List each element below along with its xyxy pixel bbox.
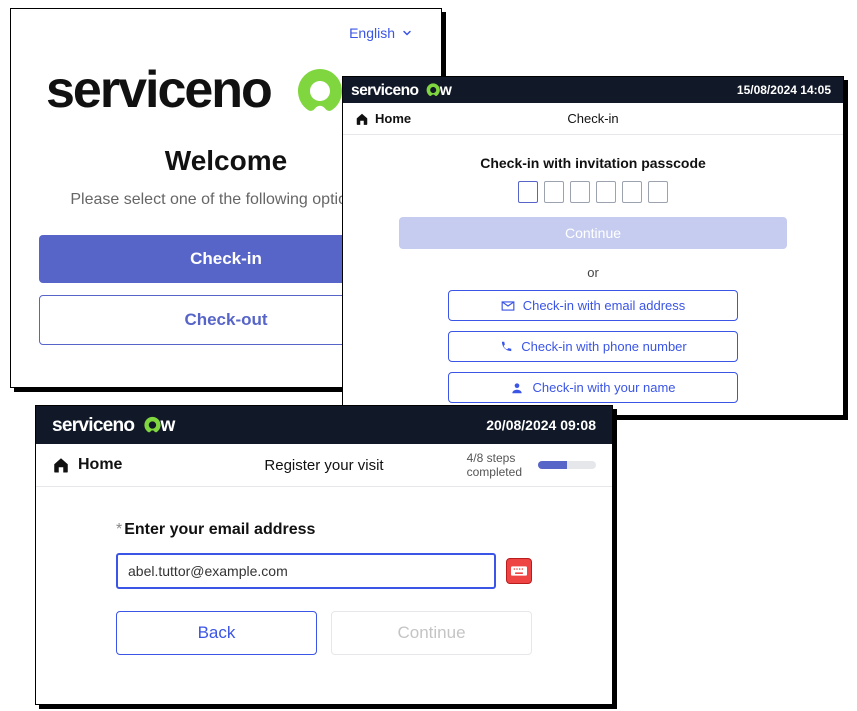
passcode-cell-2[interactable]: [544, 181, 564, 203]
breadcrumb: Home Register your visit 4/8 steps compl…: [36, 444, 612, 487]
chevron-down-icon: [401, 27, 413, 39]
steps-line1: 4/8 steps: [467, 451, 522, 465]
steps-indicator: 4/8 steps completed: [467, 451, 596, 480]
passcode-cell-4[interactable]: [596, 181, 616, 203]
continue-button: Continue: [399, 217, 787, 249]
or-divider: or: [587, 265, 599, 280]
steps-line2: completed: [467, 465, 522, 479]
header-bar: serviceno w 15/08/2024 14:05: [343, 77, 843, 103]
home-label: Home: [375, 111, 411, 126]
svg-text:serviceno: serviceno: [46, 61, 271, 119]
checkin-name-label: Check-in with your name: [532, 380, 675, 395]
home-label: Home: [78, 456, 122, 474]
envelope-icon: [501, 299, 515, 313]
page-title: Register your visit: [264, 457, 383, 474]
user-icon: [510, 381, 524, 395]
email-field[interactable]: [116, 553, 496, 589]
timestamp: 20/08/2024 09:08: [486, 417, 596, 433]
passcode-label: Check-in with invitation passcode: [480, 155, 706, 171]
continue-button: Continue: [331, 611, 532, 655]
checkin-email-button[interactable]: Check-in with email address: [448, 290, 738, 321]
passcode-cell-6[interactable]: [648, 181, 668, 203]
checkin-phone-button[interactable]: Check-in with phone number: [448, 331, 738, 362]
checkin-email-label: Check-in with email address: [523, 298, 686, 313]
checkin-phone-label: Check-in with phone number: [521, 339, 686, 354]
timestamp: 15/08/2024 14:05: [737, 83, 831, 97]
required-marker: *: [116, 521, 122, 538]
phone-icon: [499, 340, 513, 354]
header-bar: serviceno w 20/08/2024 09:08: [36, 406, 612, 444]
back-button[interactable]: Back: [116, 611, 317, 655]
passcode-cell-5[interactable]: [622, 181, 642, 203]
svg-text:w: w: [439, 82, 453, 99]
register-card: serviceno w 20/08/2024 09:08 Home Regist…: [35, 405, 613, 705]
svg-text:serviceno: serviceno: [351, 82, 418, 99]
page-title: Check-in: [567, 111, 618, 126]
brand-logo-small: serviceno w: [52, 414, 184, 436]
virtual-keyboard-button[interactable]: [506, 558, 532, 584]
brand-logo-small: serviceno w: [351, 81, 459, 99]
keyboard-icon: [511, 566, 527, 576]
breadcrumb: Home Check-in: [343, 103, 843, 135]
home-icon: [355, 112, 369, 126]
passcode-input-group: [518, 181, 668, 203]
home-icon: [52, 456, 70, 474]
progress-fill: [538, 461, 567, 469]
svg-text:w: w: [160, 415, 176, 436]
passcode-cell-1[interactable]: [518, 181, 538, 203]
checkin-name-button[interactable]: Check-in with your name: [448, 372, 738, 403]
language-selector[interactable]: English: [39, 25, 413, 41]
svg-text:serviceno: serviceno: [52, 415, 134, 436]
home-link[interactable]: Home: [52, 456, 122, 474]
passcode-cell-3[interactable]: [570, 181, 590, 203]
home-link[interactable]: Home: [355, 111, 411, 126]
progress-bar: [538, 461, 596, 469]
email-field-label: *Enter your email address: [116, 521, 532, 539]
language-label: English: [349, 25, 395, 41]
checkin-card: serviceno w 15/08/2024 14:05 Home Check-…: [342, 76, 844, 416]
